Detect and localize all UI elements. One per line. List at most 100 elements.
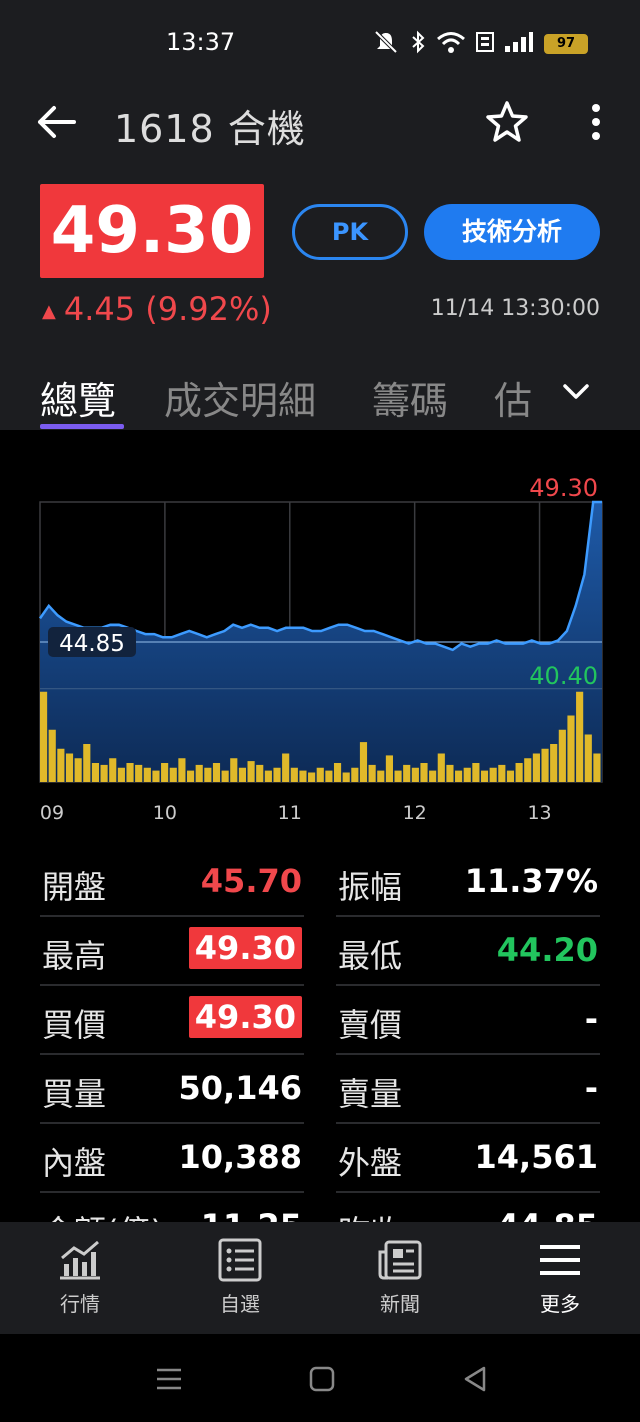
stat-cell: 開盤 45.70 — [40, 848, 304, 917]
volume-bar — [541, 748, 549, 782]
home-icon[interactable] — [307, 1364, 337, 1394]
volume-bar — [333, 763, 342, 782]
volume-bar — [455, 770, 463, 782]
stat-cell: 賣價 - — [336, 986, 600, 1055]
volume-bar — [282, 753, 290, 782]
volume-bar — [498, 764, 506, 782]
volume-bar — [204, 767, 212, 782]
volume-bar — [273, 767, 281, 782]
tab-trade-details[interactable]: 成交明細 — [164, 370, 316, 425]
volume-bar — [299, 770, 307, 782]
volume-bar — [83, 744, 91, 782]
volume-bar — [238, 767, 247, 782]
stat-label: 開盤 — [42, 868, 107, 906]
tab-overview[interactable]: 總覽 — [40, 370, 116, 425]
volume-bar — [143, 767, 151, 782]
star-icon[interactable] — [484, 100, 530, 144]
volume-bar — [394, 770, 402, 782]
stock-header: 1618 合機 49.30 PK 技術分析 ▲ 4.45 (9.92%) 11/1… — [0, 86, 640, 430]
volume-bar — [126, 763, 134, 782]
volume-bar — [264, 770, 272, 782]
mute-icon — [372, 30, 400, 58]
x-tick-label: 09 — [40, 802, 64, 824]
back-arrow-icon[interactable] — [34, 102, 78, 142]
volume-bar — [325, 770, 333, 782]
newspaper-icon — [378, 1240, 422, 1280]
volume-bar — [584, 734, 592, 782]
nav-more-label: 更多 — [540, 1292, 580, 1316]
stat-value: 50,146 — [178, 1069, 302, 1107]
more-vertical-icon[interactable] — [586, 102, 606, 142]
chevron-down-icon[interactable] — [562, 380, 590, 404]
volume-bar — [532, 753, 540, 782]
x-tick-label: 10 — [153, 802, 177, 824]
stat-value: 45.70 — [200, 862, 302, 900]
volume-bar — [221, 770, 229, 782]
stat-cell: 最高 49.30 — [40, 917, 304, 986]
intraday-chart[interactable]: 49.30 40.40 44.85 09 10 11 12 13 — [0, 430, 640, 840]
tab-valuation[interactable]: 估 — [494, 370, 532, 425]
recent-apps-icon[interactable] — [154, 1364, 184, 1394]
bottom-nav: 行情 自選 新聞 更多 — [0, 1222, 640, 1334]
volume-bar — [489, 767, 497, 782]
volume-bar — [65, 753, 74, 782]
stat-label: 振幅 — [338, 868, 403, 906]
volume-bar — [524, 758, 532, 782]
volume-bar — [351, 767, 359, 782]
volume-bar — [135, 764, 143, 782]
volume-bar — [480, 770, 489, 782]
stat-label: 買量 — [42, 1075, 107, 1113]
stat-cell: 振幅 11.37% — [336, 848, 600, 917]
nav-more[interactable]: 更多 — [510, 1238, 610, 1317]
x-tick-label: 12 — [403, 802, 427, 824]
volume-bar — [446, 764, 454, 782]
nav-news-label: 新聞 — [380, 1292, 420, 1316]
volume-bar — [411, 767, 419, 782]
volume-bar — [567, 715, 575, 782]
volume-bar — [316, 767, 324, 782]
volume-bar — [420, 763, 428, 782]
volume-bar — [117, 767, 125, 782]
volume-bar — [195, 764, 203, 782]
stat-cell: 買量 50,146 — [40, 1055, 304, 1124]
nav-news[interactable]: 新聞 — [350, 1238, 450, 1317]
price-change-value: 4.45 (9.92%) — [63, 290, 272, 328]
pk-button[interactable]: PK — [292, 204, 408, 260]
technical-analysis-button[interactable]: 技術分析 — [424, 204, 600, 260]
stat-label: 最高 — [42, 937, 107, 975]
volume-bar — [342, 772, 350, 782]
volume-bar — [152, 770, 160, 782]
volume-bar — [109, 758, 117, 782]
volume-bar — [178, 758, 186, 782]
chart-bars-icon — [60, 1240, 100, 1280]
current-price: 49.30 — [40, 184, 264, 278]
stat-cell: 賣量 - — [336, 1055, 600, 1124]
volume-bar — [576, 691, 584, 782]
volume-bar — [368, 764, 376, 782]
x-tick-label: 13 — [527, 802, 551, 824]
stat-value: - — [584, 1000, 598, 1038]
volume-bar — [593, 753, 601, 782]
volume-bar — [359, 742, 368, 782]
tab-chips[interactable]: 籌碼 — [372, 370, 448, 425]
stat-value: 10,388 — [178, 1138, 302, 1176]
volume-bar — [40, 691, 48, 782]
stat-cell: 外盤 14,561 — [336, 1124, 600, 1193]
volume-bar — [186, 770, 195, 782]
stat-label: 最低 — [338, 937, 403, 975]
volume-bar — [550, 744, 558, 782]
stat-value: 49.30 — [188, 927, 302, 969]
volume-bar — [377, 770, 385, 782]
stat-label: 內盤 — [42, 1144, 107, 1182]
volume-bar — [558, 729, 566, 782]
volume-bar — [74, 758, 82, 782]
volume-bar — [385, 755, 393, 782]
bluetooth-icon — [410, 30, 426, 58]
volume-bar — [169, 767, 177, 782]
volume-bar — [308, 772, 316, 782]
volume-bar — [403, 764, 411, 782]
nav-market[interactable]: 行情 — [30, 1238, 130, 1317]
back-triangle-icon[interactable] — [460, 1364, 490, 1394]
price-change: ▲ 4.45 (9.92%) — [42, 290, 272, 328]
nav-watchlist[interactable]: 自選 — [190, 1238, 290, 1317]
